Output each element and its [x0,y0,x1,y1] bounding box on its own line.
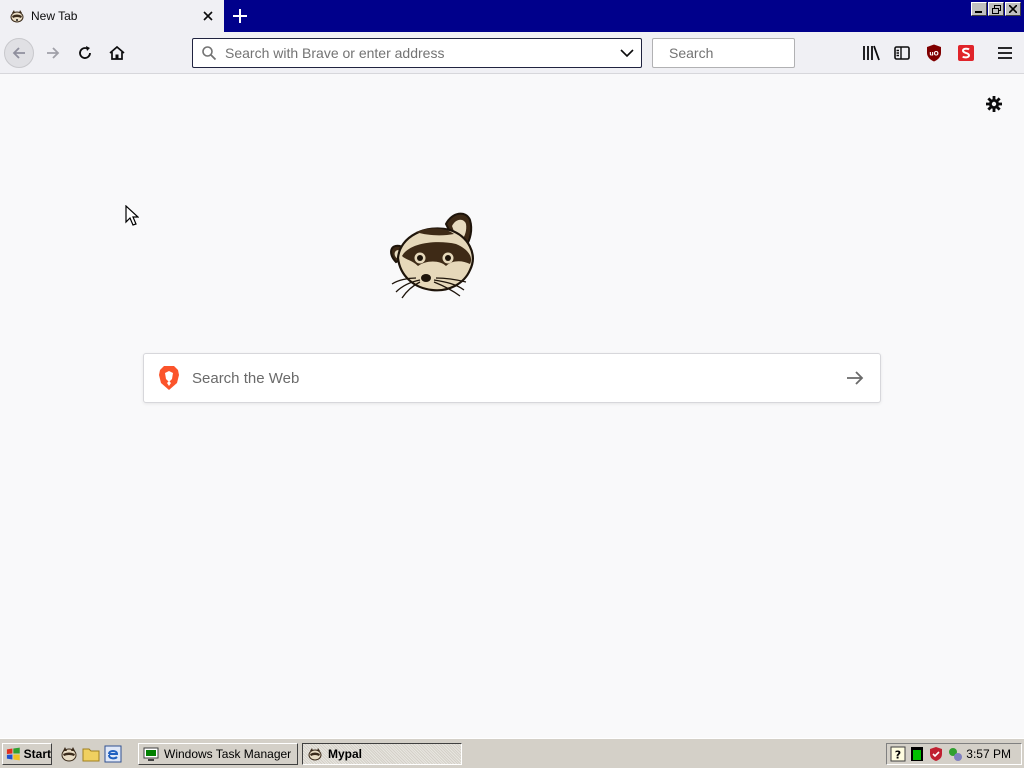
ublock-button[interactable]: uO [923,42,945,64]
minimize-button[interactable] [971,2,987,16]
forward-button[interactable] [38,38,68,68]
reload-button[interactable] [70,38,100,68]
sidebar-icon [894,46,910,60]
search-input[interactable] [669,42,850,64]
back-button[interactable] [4,38,34,68]
task-mypal[interactable]: Mypal [302,743,462,765]
nav-toolbar: uO [0,32,1024,74]
search-icon [202,46,217,61]
help-icon[interactable]: ? [890,746,906,762]
library-button[interactable] [860,42,882,64]
windows-logo-icon [6,747,20,761]
network-icon[interactable] [947,746,963,762]
restore-button[interactable] [988,2,1004,16]
extension-s-icon [958,45,974,61]
raccoon-icon [308,748,322,761]
shield-icon[interactable] [928,746,944,762]
web-search-input[interactable] [192,369,846,387]
raccoon-icon [390,212,474,299]
home-button[interactable] [102,38,132,68]
menu-icon [998,47,1012,59]
brave-lion-icon [159,366,179,390]
mouse-cursor-icon [125,205,139,226]
gear-icon[interactable] [984,94,1004,114]
arrow-right-icon[interactable] [846,370,864,386]
taskbar: Start Windows Task Manager Mypal ? 3:57 … [0,738,1024,768]
extension-s-button[interactable] [955,42,977,64]
plus-icon [233,9,247,23]
chevron-down-icon[interactable] [620,48,634,58]
reload-icon [79,46,91,59]
sidebar-button[interactable] [891,42,913,64]
svg-text:uO: uO [929,51,938,58]
tab-strip: New Tab [0,0,1024,32]
svg-text:?: ? [895,749,901,762]
address-bar[interactable] [192,38,642,68]
raccoon-icon [10,10,24,23]
task-label: Mypal [328,747,363,761]
back-icon [12,47,25,59]
task-manager-icon [143,747,159,761]
ublock-icon: uO [927,44,941,62]
task-windows-task-manager[interactable]: Windows Task Manager [138,743,298,765]
system-tray: ? 3:57 PM [886,743,1022,765]
start-label: Start [23,747,51,761]
new-tab-button[interactable] [230,6,250,26]
tab-new-tab[interactable]: New Tab [0,0,224,32]
folder-icon[interactable] [82,745,100,763]
home-icon [109,45,125,60]
internet-explorer-icon[interactable] [104,745,122,763]
tab-title: New Tab [31,9,78,23]
address-input[interactable] [225,42,613,64]
task-label: Windows Task Manager [164,747,292,761]
forward-icon [47,47,60,59]
menu-button[interactable] [994,42,1016,64]
clock[interactable]: 3:57 PM [966,747,1011,761]
close-icon[interactable] [200,8,216,24]
library-icon [863,45,880,61]
close-window-button[interactable] [1005,2,1021,16]
search-bar[interactable] [652,38,850,68]
raccoon-icon[interactable] [60,745,78,763]
cpu-meter-icon[interactable] [909,746,925,762]
web-search-box[interactable] [143,353,881,403]
start-button[interactable]: Start [2,743,52,765]
